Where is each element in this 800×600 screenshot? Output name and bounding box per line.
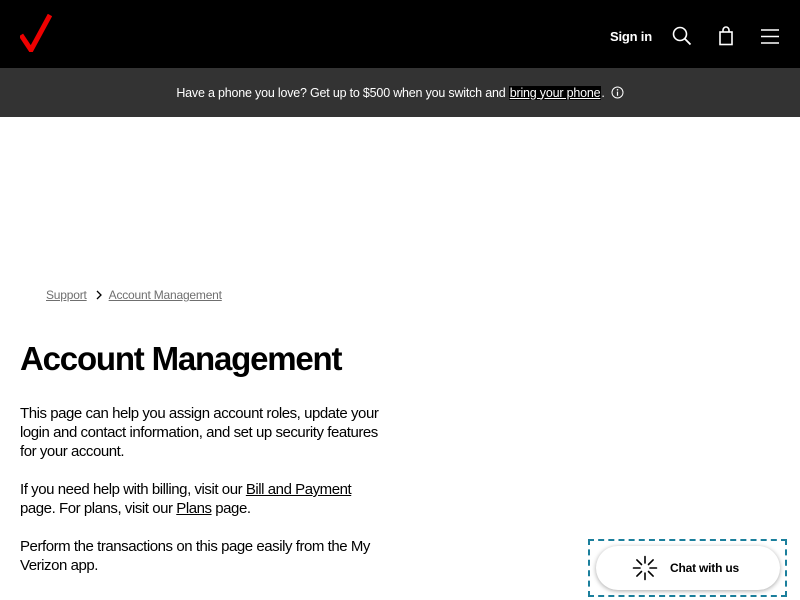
promo-banner: Have a phone you love? Get up to $500 wh… <box>0 68 800 117</box>
intro-paragraph: This page can help you assign account ro… <box>20 405 379 460</box>
app-paragraph: Perform the transactions on this page ea… <box>20 538 370 574</box>
sign-in-link[interactable]: Sign in <box>610 29 652 44</box>
page-title: Account Management <box>20 340 342 377</box>
menu-icon[interactable] <box>758 24 782 48</box>
chat-spinner-icon <box>632 555 658 581</box>
global-header: Sign in <box>0 0 800 68</box>
help-text-2: page. For plans, visit our <box>20 500 177 517</box>
promo-text: Have a phone you love? Get up to $500 wh… <box>176 85 509 100</box>
breadcrumb-account-management[interactable]: Account Management <box>109 288 222 302</box>
bring-your-phone-link[interactable]: bring your phone <box>508 85 602 100</box>
help-text-1: If you need help with billing, visit our <box>20 481 246 498</box>
help-paragraph: If you need help with billing, visit our… <box>20 480 388 518</box>
plans-link[interactable]: Plans <box>176 500 212 517</box>
cart-icon[interactable] <box>714 24 738 48</box>
search-icon[interactable] <box>670 24 694 48</box>
bill-and-payment-link[interactable]: Bill and Payment <box>246 481 352 498</box>
chat-label: Chat with us <box>670 561 739 575</box>
info-icon[interactable] <box>611 86 624 99</box>
breadcrumb-support[interactable]: Support <box>46 288 87 302</box>
breadcrumb: Support Account Management <box>46 288 222 302</box>
chevron-right-icon <box>96 290 102 300</box>
verizon-checkmark-logo[interactable] <box>20 14 52 52</box>
promo-suffix: . <box>601 85 605 100</box>
chat-with-us-button[interactable]: Chat with us <box>596 546 780 590</box>
help-text-3: page. <box>211 500 251 517</box>
